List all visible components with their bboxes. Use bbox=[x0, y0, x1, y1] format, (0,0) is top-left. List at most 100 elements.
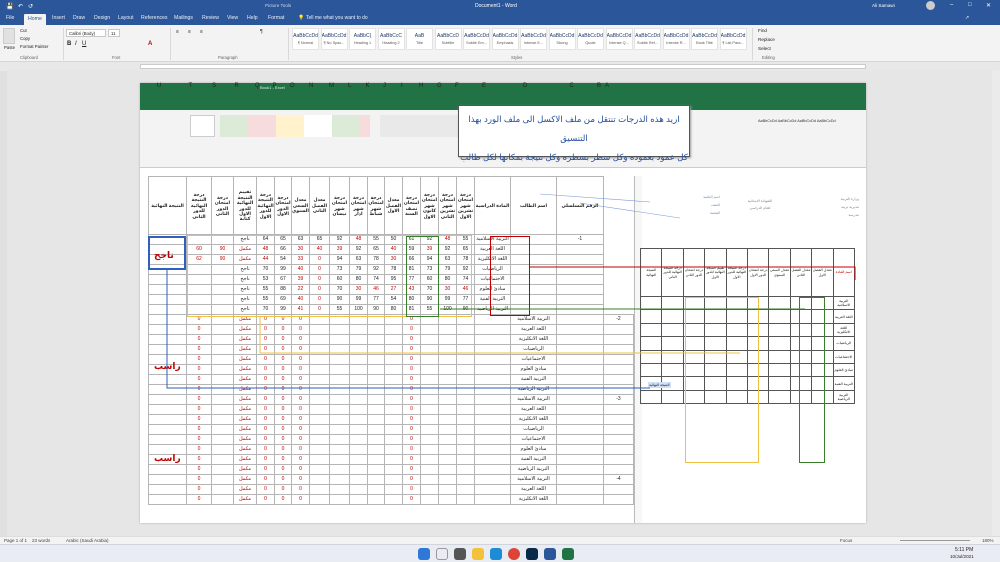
word-icon[interactable] bbox=[544, 548, 556, 560]
tab-review[interactable]: Review bbox=[202, 15, 219, 21]
close-icon[interactable]: ✕ bbox=[986, 2, 991, 9]
edge-icon[interactable] bbox=[490, 548, 502, 560]
paste-button[interactable]: Paste bbox=[4, 45, 15, 50]
tab-design[interactable]: Design bbox=[94, 15, 110, 21]
page-count[interactable]: Page 1 of 1 bbox=[4, 538, 27, 543]
style-item[interactable]: AaBbCcDd Intense E... bbox=[520, 28, 547, 50]
zoom-slider[interactable] bbox=[900, 540, 970, 541]
word-count[interactable]: 23 words bbox=[32, 538, 50, 543]
style-name: Subtle Em... bbox=[466, 41, 487, 45]
ribbon-tabs: File Home Insert Draw Design Layout Refe… bbox=[0, 13, 1000, 25]
tab-insert[interactable]: Insert bbox=[52, 15, 65, 21]
bold-icon[interactable]: B bbox=[67, 41, 71, 47]
style-item[interactable]: AaBbCcDd ¶ Normal bbox=[292, 28, 319, 50]
editing-group-label: Editing bbox=[762, 55, 775, 60]
tab-help[interactable]: Help bbox=[247, 15, 258, 21]
style-name: Subtle Ref... bbox=[637, 41, 658, 45]
title-bar: 💾 ↶ ↺ Picture Tools Document1 - Word Ali… bbox=[0, 0, 1000, 13]
tab-draw[interactable]: Draw bbox=[73, 15, 85, 21]
style-preview: AaBbCcDd bbox=[663, 33, 689, 39]
file-explorer-icon[interactable] bbox=[472, 548, 484, 560]
font-name-select[interactable]: Calibri (Body) bbox=[66, 29, 106, 37]
start-icon[interactable] bbox=[418, 548, 430, 560]
style-item[interactable]: AaBbCcDd Intense R... bbox=[662, 28, 690, 50]
tab-references[interactable]: References bbox=[141, 15, 168, 21]
style-item[interactable]: AaBbCcDd Emphasis bbox=[491, 28, 519, 50]
font-color-icon[interactable]: A bbox=[148, 41, 152, 47]
multilevel-icon[interactable]: ≡ bbox=[200, 29, 203, 35]
tab-file[interactable]: File bbox=[6, 15, 14, 21]
avatar[interactable] bbox=[926, 1, 935, 10]
style-item[interactable]: AaBbCcD Subtitle bbox=[434, 28, 462, 50]
undo-icon[interactable]: ↶ bbox=[18, 3, 23, 10]
style-item[interactable]: AaBbCcDd ¶ No Spac... bbox=[320, 28, 348, 50]
document-page[interactable]: Book1 - Excel AaBbCcDd AaBbCcDd AaBbCcDd… bbox=[140, 83, 866, 523]
cut-button[interactable]: Cut bbox=[20, 28, 27, 33]
tab-format[interactable]: Format bbox=[268, 15, 284, 21]
italic-icon[interactable]: I bbox=[75, 41, 77, 47]
zoom-level[interactable]: 180% bbox=[982, 538, 994, 543]
focus-mode[interactable]: Focus bbox=[840, 538, 852, 543]
style-preview: AaBbCcDd bbox=[606, 33, 632, 39]
style-name: ¶ List Para... bbox=[722, 41, 744, 45]
clock-date[interactable]: 10/Jul/2021 bbox=[950, 554, 974, 559]
share-icon[interactable]: ↗ bbox=[965, 15, 969, 21]
clipboard-icon[interactable] bbox=[3, 28, 15, 44]
style-preview: AaBbCcC bbox=[380, 33, 402, 39]
copy-button[interactable]: Copy bbox=[20, 36, 30, 41]
style-item[interactable]: AaBbCcDd ¶ List Para... bbox=[719, 28, 747, 50]
scrollbar[interactable] bbox=[992, 71, 1000, 536]
style-preview: AaBbCcDd bbox=[492, 33, 518, 39]
replace-button[interactable]: Replace bbox=[758, 37, 775, 42]
style-preview: AaBbCcDd bbox=[321, 33, 347, 39]
style-preview: AaBbCcDd bbox=[464, 33, 489, 39]
paragraph-group-label: Paragraph bbox=[218, 55, 238, 60]
save-icon[interactable]: 💾 bbox=[6, 3, 13, 10]
task-view-icon[interactable] bbox=[454, 548, 466, 560]
redo-icon[interactable]: ↺ bbox=[28, 3, 33, 10]
find-button[interactable]: Find bbox=[758, 28, 767, 33]
style-item[interactable]: AaBbCcDd Book Title bbox=[691, 28, 718, 50]
paragraph-mark-icon[interactable]: ¶ bbox=[260, 29, 263, 35]
tab-home[interactable]: Home bbox=[24, 14, 46, 25]
style-item[interactable]: AaBbC(Heading 1 bbox=[349, 28, 376, 50]
style-name: Intense E... bbox=[523, 41, 544, 45]
numbering-icon[interactable]: ≡ bbox=[188, 29, 191, 35]
style-name: Intense Q... bbox=[609, 41, 629, 45]
clock-time[interactable]: 5:11 PM bbox=[955, 547, 973, 553]
photoshop-icon[interactable] bbox=[526, 548, 538, 560]
search-icon[interactable] bbox=[436, 548, 448, 560]
maximize-icon[interactable]: □ bbox=[968, 2, 972, 8]
horizontal-ruler[interactable] bbox=[0, 62, 1000, 71]
tell-me-box[interactable]: Tell me what you want to do bbox=[306, 15, 368, 21]
style-item[interactable]: AaBbCcDd Subtle Ref... bbox=[634, 28, 661, 50]
font-size-select[interactable]: 11 bbox=[108, 29, 120, 37]
bullets-icon[interactable]: ≡ bbox=[176, 29, 179, 35]
status-bar: Page 1 of 1 23 words Arabic (Saudi Arabi… bbox=[0, 536, 1000, 544]
chrome-icon[interactable] bbox=[508, 548, 520, 560]
tab-view[interactable]: View bbox=[227, 15, 238, 21]
styles-group-label: Styles bbox=[511, 55, 523, 60]
tab-mailings[interactable]: Mailings bbox=[174, 15, 193, 21]
style-item[interactable]: AaBbCcC Heading 2 bbox=[377, 28, 405, 50]
style-item[interactable]: AaBbCcDd Quote bbox=[577, 28, 604, 50]
window-title: Document1 - Word bbox=[475, 3, 517, 9]
style-item[interactable]: AaBbCcDd Intense Q... bbox=[605, 28, 633, 50]
style-item[interactable]: AaBbCcDd Strong bbox=[548, 28, 576, 50]
format-painter-button[interactable]: Format Painter bbox=[20, 44, 48, 49]
vertical-ruler[interactable] bbox=[0, 71, 7, 536]
style-preview: AaBbCcDd bbox=[635, 33, 660, 39]
excel-icon[interactable] bbox=[562, 548, 574, 560]
minimize-icon[interactable]: – bbox=[950, 2, 953, 8]
language-indicator[interactable]: Arabic (Saudi Arabia) bbox=[66, 538, 109, 543]
tab-layout[interactable]: Layout bbox=[118, 15, 134, 21]
style-item[interactable]: AaBbCcDd Subtle Em... bbox=[463, 28, 490, 50]
style-item[interactable]: AaB Title bbox=[406, 28, 433, 50]
lightbulb-icon: 💡 bbox=[298, 15, 305, 21]
document-area[interactable]: Book1 - Excel AaBbCcDd AaBbCcDd AaBbCcDd… bbox=[0, 71, 1000, 536]
style-name: Strong bbox=[556, 41, 568, 45]
style-name: Heading 2 bbox=[382, 41, 400, 45]
select-button[interactable]: Select bbox=[758, 46, 771, 51]
user-name[interactable]: Ali Samawi bbox=[872, 3, 895, 8]
underline-icon[interactable]: U bbox=[82, 41, 86, 47]
